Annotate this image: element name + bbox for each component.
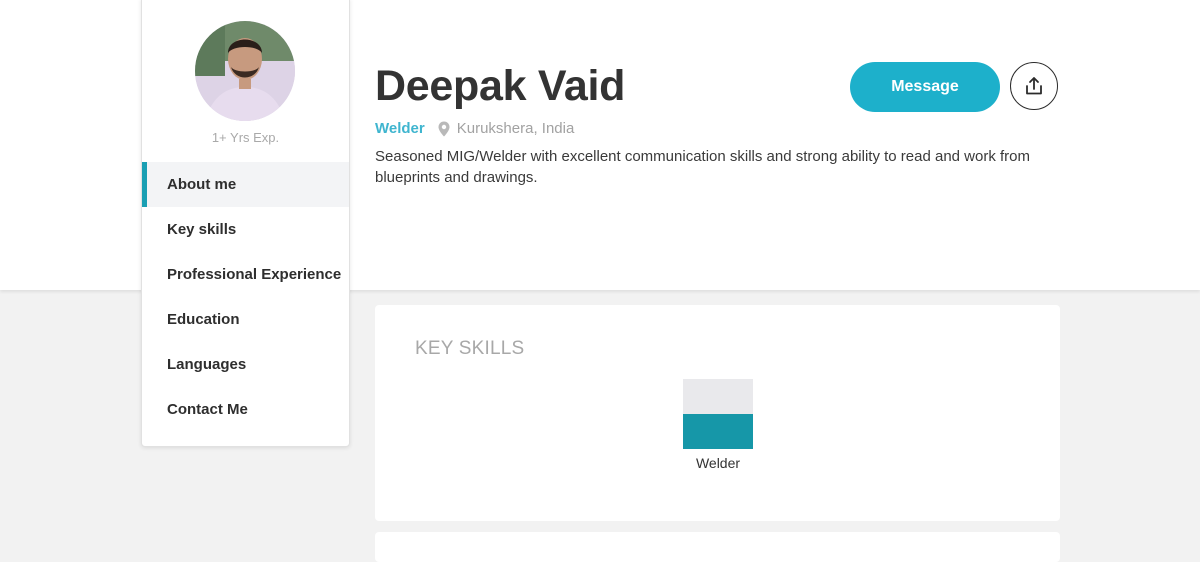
sidebar-item-professional-experience[interactable]: Professional Experience: [142, 252, 349, 297]
sidebar-nav: About me Key skills Professional Experie…: [142, 162, 349, 432]
sidebar-item-contact-me[interactable]: Contact Me: [142, 387, 349, 432]
profile-location: Kurukshera, India: [456, 120, 575, 137]
avatar-photo: [195, 21, 295, 121]
next-section-card: [375, 532, 1060, 562]
sidebar-item-key-skills[interactable]: Key skills: [142, 207, 349, 252]
sidebar-item-education[interactable]: Education: [142, 297, 349, 342]
location-pin-icon: [438, 121, 450, 137]
experience-label: 1+ Yrs Exp.: [211, 130, 280, 145]
skill-label: Welder: [695, 455, 741, 471]
profile-name: Deepak Vaid: [375, 62, 626, 110]
profile-bio: Seasoned MIG/Welder with excellent commu…: [375, 148, 1031, 186]
skill-bar: [683, 379, 753, 449]
key-skills-card: KEY SKILLS Welder: [375, 305, 1060, 521]
skill-bar-fill: [683, 414, 753, 449]
message-button[interactable]: Message: [850, 62, 1000, 112]
share-icon: [1024, 76, 1044, 96]
avatar: [195, 21, 295, 121]
sidebar-item-languages[interactable]: Languages: [142, 342, 349, 387]
profile-sidebar: 1+ Yrs Exp. About me Key skills Professi…: [141, 0, 350, 447]
share-button[interactable]: [1010, 62, 1058, 110]
key-skills-title: KEY SKILLS: [415, 338, 525, 359]
profile-role: Welder: [375, 120, 425, 137]
profile-meta: Welder Kurukshera, India: [375, 120, 574, 137]
sidebar-item-about-me[interactable]: About me: [142, 162, 349, 207]
